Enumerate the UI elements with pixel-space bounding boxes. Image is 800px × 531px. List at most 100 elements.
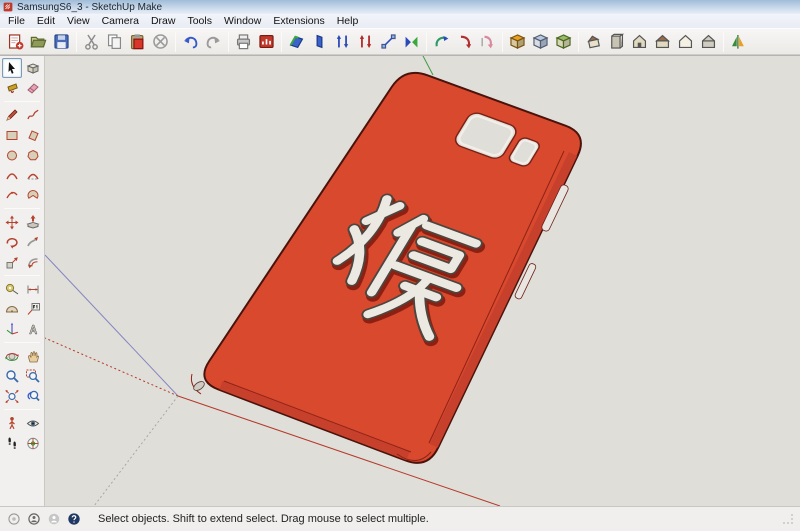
- cube-blue-button[interactable]: [529, 30, 552, 53]
- sign-in-button[interactable]: [46, 512, 61, 527]
- offset-tool-button[interactable]: [23, 252, 43, 272]
- circle-tool-button[interactable]: [2, 145, 22, 165]
- copy-button[interactable]: [103, 30, 126, 53]
- view-back-button[interactable]: [697, 30, 720, 53]
- three-point-arc-icon: [5, 191, 18, 199]
- diagonal-move-button[interactable]: [377, 30, 400, 53]
- position-camera-icon: [8, 417, 15, 430]
- section-plane-tool-button[interactable]: [23, 433, 43, 453]
- bowtie-tool-button[interactable]: [400, 30, 423, 53]
- undo-button[interactable]: [179, 30, 202, 53]
- two-point-arc-tool-button[interactable]: [23, 165, 43, 185]
- erase-icon: [153, 34, 168, 49]
- palette-separator: [4, 208, 40, 209]
- mirror-button[interactable]: [727, 30, 750, 53]
- curved-arrow-green-button[interactable]: [430, 30, 453, 53]
- redo-button[interactable]: [202, 30, 225, 53]
- polygon-tool-button[interactable]: [23, 145, 43, 165]
- toolbar-separator: [426, 31, 427, 52]
- menu-item-window[interactable]: Window: [218, 15, 267, 27]
- zoom-tool-button[interactable]: [2, 366, 22, 386]
- toolbar-separator: [502, 31, 503, 52]
- pan-tool-button[interactable]: [23, 346, 43, 366]
- mirror-icon: [731, 34, 744, 49]
- curved-arrow-red-button[interactable]: [453, 30, 476, 53]
- freehand-tool-button[interactable]: [23, 105, 43, 125]
- line-tool-button[interactable]: [2, 105, 22, 125]
- save-button[interactable]: [50, 30, 73, 53]
- 3d-scene[interactable]: [45, 56, 800, 506]
- curved-arrow-pink-icon: [481, 35, 493, 49]
- menu-item-file[interactable]: File: [2, 15, 31, 27]
- line-icon: [5, 109, 18, 121]
- toolbar-separator: [228, 31, 229, 52]
- phone-case-model[interactable]: [190, 71, 582, 464]
- curved-arrow-pink-button[interactable]: [476, 30, 499, 53]
- tape-measure-tool-button[interactable]: [2, 279, 22, 299]
- zoom-window-tool-button[interactable]: [23, 366, 43, 386]
- menu-item-extensions[interactable]: Extensions: [267, 15, 330, 27]
- geolocation-button[interactable]: [6, 512, 21, 527]
- walk-tool-button[interactable]: [2, 433, 22, 453]
- zoom-previous-tool-button[interactable]: [23, 386, 43, 406]
- view-box-button[interactable]: [605, 30, 628, 53]
- rectangle-tool-button[interactable]: [2, 125, 22, 145]
- make-component-tool-button[interactable]: [23, 58, 43, 78]
- slab-tool-button[interactable]: [308, 30, 331, 53]
- 3d-text-tool-button[interactable]: [23, 319, 43, 339]
- arrows-vertical-blue-button[interactable]: [331, 30, 354, 53]
- modeling-viewport[interactable]: [45, 56, 800, 506]
- menu-item-tools[interactable]: Tools: [181, 15, 218, 27]
- select-tool-button[interactable]: [1, 58, 22, 78]
- axes-tool-button[interactable]: [2, 319, 22, 339]
- paint-bucket-tool-button[interactable]: [2, 78, 22, 98]
- new-button[interactable]: [4, 30, 27, 53]
- top-toolbar: [0, 28, 800, 55]
- view-iso-button[interactable]: [582, 30, 605, 53]
- text-tool-button[interactable]: [23, 299, 43, 319]
- orbit-tool-button[interactable]: [2, 346, 22, 366]
- pie-tool-button[interactable]: [23, 185, 43, 205]
- red-axis-dotted-line: [45, 337, 179, 397]
- menu-item-view[interactable]: View: [61, 15, 96, 27]
- cut-button[interactable]: [80, 30, 103, 53]
- scale-tool-button[interactable]: [2, 252, 22, 272]
- view-side-button[interactable]: [674, 30, 697, 53]
- paste-button[interactable]: [126, 30, 149, 53]
- cube-green-button[interactable]: [552, 30, 575, 53]
- toolbar-group: [232, 30, 278, 53]
- eraser-tool-button[interactable]: [23, 78, 43, 98]
- erase-button[interactable]: [149, 30, 172, 53]
- view-top-button[interactable]: [651, 30, 674, 53]
- circle-icon: [6, 150, 17, 161]
- move-tool-button[interactable]: [2, 212, 22, 232]
- position-camera-tool-button[interactable]: [2, 413, 22, 433]
- protractor-tool-button[interactable]: [2, 299, 22, 319]
- arrows-vertical-red-button[interactable]: [354, 30, 377, 53]
- zoom-extents-tool-button[interactable]: [2, 386, 22, 406]
- resize-grip[interactable]: [782, 513, 794, 525]
- menu-item-camera[interactable]: Camera: [96, 15, 145, 27]
- claim-credit-button[interactable]: [26, 512, 41, 527]
- toolbar-separator: [281, 31, 282, 52]
- three-point-arc-tool-button[interactable]: [2, 185, 22, 205]
- view-front-button[interactable]: [628, 30, 651, 53]
- dimension-tool-button[interactable]: [23, 279, 43, 299]
- menu-item-edit[interactable]: Edit: [31, 15, 61, 27]
- print-button[interactable]: [232, 30, 255, 53]
- model-info-button[interactable]: [255, 30, 278, 53]
- arc-tool-button[interactable]: [2, 165, 22, 185]
- menu-item-help[interactable]: Help: [331, 15, 365, 27]
- rotate-tool-button[interactable]: [2, 232, 22, 252]
- follow-me-tool-button[interactable]: [23, 232, 43, 252]
- push-pull-tool-button[interactable]: [23, 212, 43, 232]
- open-button[interactable]: [27, 30, 50, 53]
- cube-orange-button[interactable]: [506, 30, 529, 53]
- rotated-rectangle-tool-button[interactable]: [23, 125, 43, 145]
- plane-tool-button[interactable]: [285, 30, 308, 53]
- freehand-icon: [26, 109, 39, 120]
- menu-item-draw[interactable]: Draw: [145, 15, 182, 27]
- look-around-tool-button[interactable]: [23, 413, 43, 433]
- axes-icon: [6, 322, 18, 335]
- help-button[interactable]: [66, 512, 81, 527]
